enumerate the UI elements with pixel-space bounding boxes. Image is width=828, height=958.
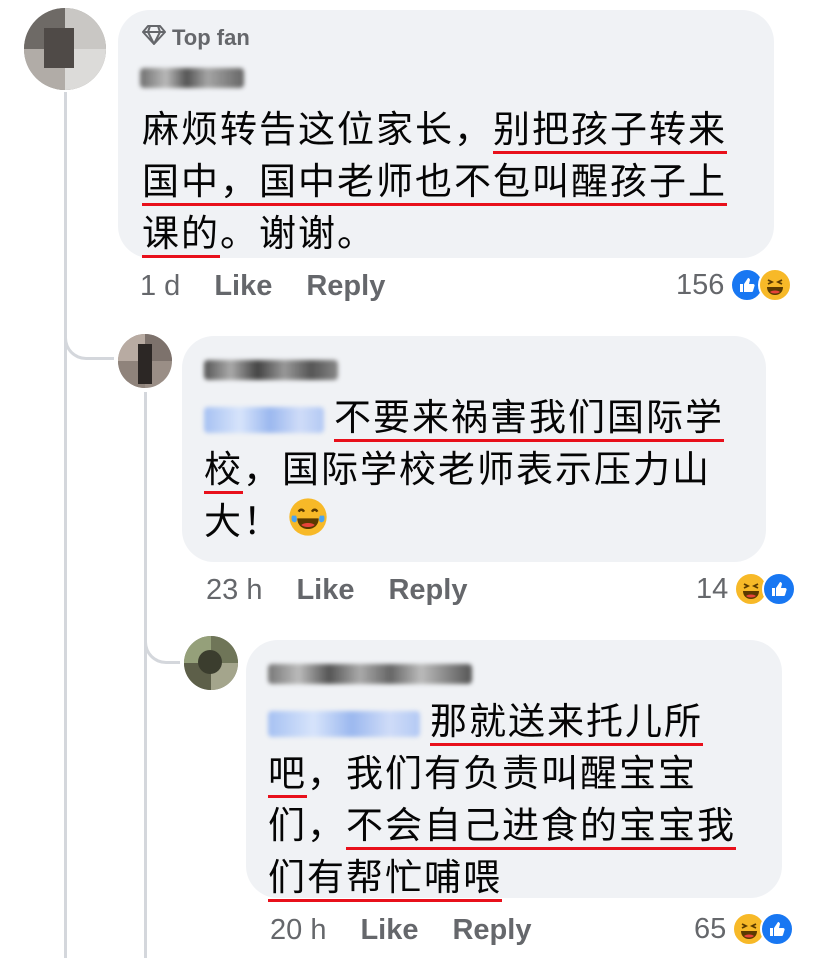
mention-tag[interactable] (204, 406, 324, 433)
like-button[interactable]: Like (296, 574, 354, 607)
haha-icon (758, 268, 793, 302)
badge-label: Top fan (172, 25, 250, 50)
author-name[interactable] (204, 360, 338, 380)
comment-bubble: 不要来祸害我们国际学校，国际学校老师表示压力山大！ (182, 336, 766, 562)
thread-line-reply (144, 392, 147, 958)
comment-actions: 23 h Like Reply (206, 574, 467, 607)
laughing-emoji-icon (288, 497, 328, 551)
thread-line-main (64, 92, 67, 958)
comment-text: 不要来祸害我们国际学校，国际学校老师表示压力山大！ (204, 392, 744, 551)
timestamp[interactable]: 23 h (206, 574, 262, 607)
author-name[interactable] (140, 68, 244, 88)
timestamp[interactable]: 20 h (270, 914, 326, 947)
avatar[interactable] (24, 8, 106, 90)
author-name[interactable] (268, 664, 472, 684)
reaction-summary[interactable]: 14 (696, 572, 797, 606)
timestamp[interactable]: 1 d (140, 270, 180, 303)
reply-button[interactable]: Reply (452, 914, 531, 947)
like-button[interactable]: Like (360, 914, 418, 947)
reaction-count: 14 (696, 572, 729, 605)
comment-actions: 20 h Like Reply (270, 914, 531, 947)
diamond-icon (142, 24, 166, 52)
like-icon (760, 912, 795, 946)
comment-bubble: Top fan 麻烦转告这位家长，别把孩子转来国中，国中老师也不包叫醒孩子上课的… (118, 10, 774, 258)
mention-tag[interactable] (268, 710, 420, 737)
avatar[interactable] (118, 334, 172, 388)
like-icon (762, 572, 797, 606)
avatar[interactable] (184, 636, 238, 690)
comment-text: 麻烦转告这位家长，别把孩子转来国中，国中老师也不包叫醒孩子上课的。谢谢。 (142, 108, 727, 255)
reply-button[interactable]: Reply (388, 574, 467, 607)
reaction-count: 156 (676, 268, 725, 301)
like-button[interactable]: Like (214, 270, 272, 303)
comment-actions: 1 d Like Reply (140, 270, 385, 303)
reaction-summary[interactable]: 156 (676, 268, 793, 302)
comment-bubble: 那就送来托儿所吧，我们有负责叫醒宝宝们，不会自己进食的宝宝我们有帮忙哺喂 (246, 640, 782, 899)
reaction-summary[interactable]: 65 (694, 912, 795, 946)
reaction-count: 65 (694, 912, 727, 945)
thread-branch-1 (64, 300, 114, 360)
top-fan-badge: Top fan (142, 24, 250, 52)
thread-branch-2 (144, 600, 180, 664)
comment-text: 那就送来托儿所吧，我们有负责叫醒宝宝们，不会自己进食的宝宝我们有帮忙哺喂 (268, 700, 736, 899)
reply-button[interactable]: Reply (306, 270, 385, 303)
